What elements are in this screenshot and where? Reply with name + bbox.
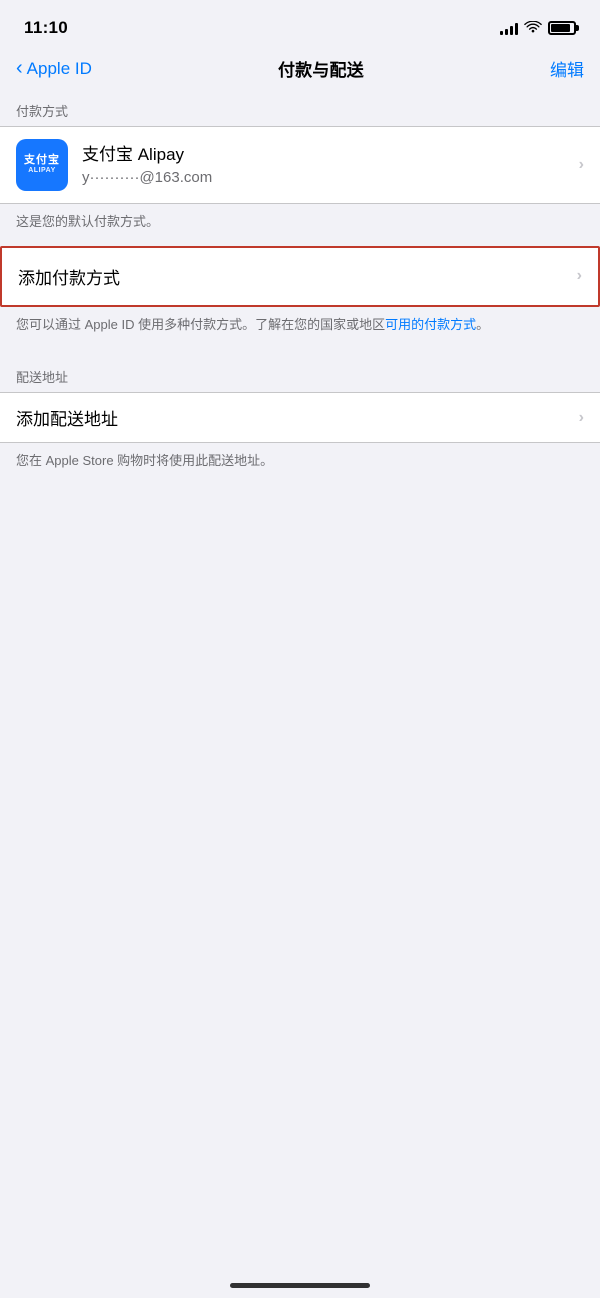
nav-bar: ‹ Apple ID 付款与配送 编辑 [0, 50, 600, 93]
alipay-en-text: ALIPAY [28, 167, 56, 175]
add-shipping-label: 添加配送地址 [16, 405, 571, 430]
back-label: Apple ID [27, 59, 92, 79]
alipay-chevron-icon: › [579, 156, 584, 174]
alipay-email: y··········@163.com [82, 169, 571, 186]
alipay-info: 支付宝 Alipay y··········@163.com [82, 144, 571, 185]
status-bar: 11:10 [0, 0, 600, 50]
alipay-zh-text: 支付宝 [24, 154, 60, 167]
payment-methods-section: 支付宝 ALIPAY 支付宝 Alipay y··········@163.co… [0, 126, 600, 204]
add-payment-chevron-icon: › [577, 267, 582, 285]
payment-description: 您可以通过 Apple ID 使用多种付款方式。了解在您的国家或地区可用的付款方… [0, 307, 600, 350]
payment-description-text: 您可以通过 Apple ID 使用多种付款方式。了解在您的国家或地区 [16, 317, 385, 332]
payment-description-end: 。 [476, 317, 489, 332]
shipping-section: 添加配送地址 › [0, 392, 600, 443]
add-payment-label: 添加付款方式 [18, 264, 569, 289]
home-indicator [230, 1283, 370, 1288]
alipay-row[interactable]: 支付宝 ALIPAY 支付宝 Alipay y··········@163.co… [0, 127, 600, 203]
signal-icon [500, 21, 518, 35]
wifi-icon [524, 21, 542, 35]
alipay-logo: 支付宝 ALIPAY [16, 139, 68, 191]
back-button[interactable]: ‹ Apple ID [16, 59, 92, 79]
add-shipping-chevron-icon: › [579, 409, 584, 427]
shipping-note: 您在 Apple Store 购物时将使用此配送地址。 [0, 443, 600, 485]
back-chevron-icon: ‹ [16, 58, 23, 78]
available-methods-link[interactable]: 可用的付款方式 [385, 317, 476, 332]
add-payment-container: 添加付款方式 › [0, 246, 600, 307]
default-payment-note: 这是您的默认付款方式。 [0, 204, 600, 246]
payment-section-label: 付款方式 [0, 93, 600, 126]
edit-button[interactable]: 编辑 [550, 56, 584, 81]
shipping-section-label: 配送地址 [0, 349, 600, 392]
add-payment-row[interactable]: 添加付款方式 › [2, 248, 598, 305]
add-shipping-row[interactable]: 添加配送地址 › [0, 393, 600, 442]
alipay-name: 支付宝 Alipay [82, 144, 571, 166]
status-icons [500, 21, 576, 35]
page-title: 付款与配送 [278, 56, 364, 81]
status-time: 11:10 [24, 18, 68, 38]
battery-icon [548, 21, 576, 35]
